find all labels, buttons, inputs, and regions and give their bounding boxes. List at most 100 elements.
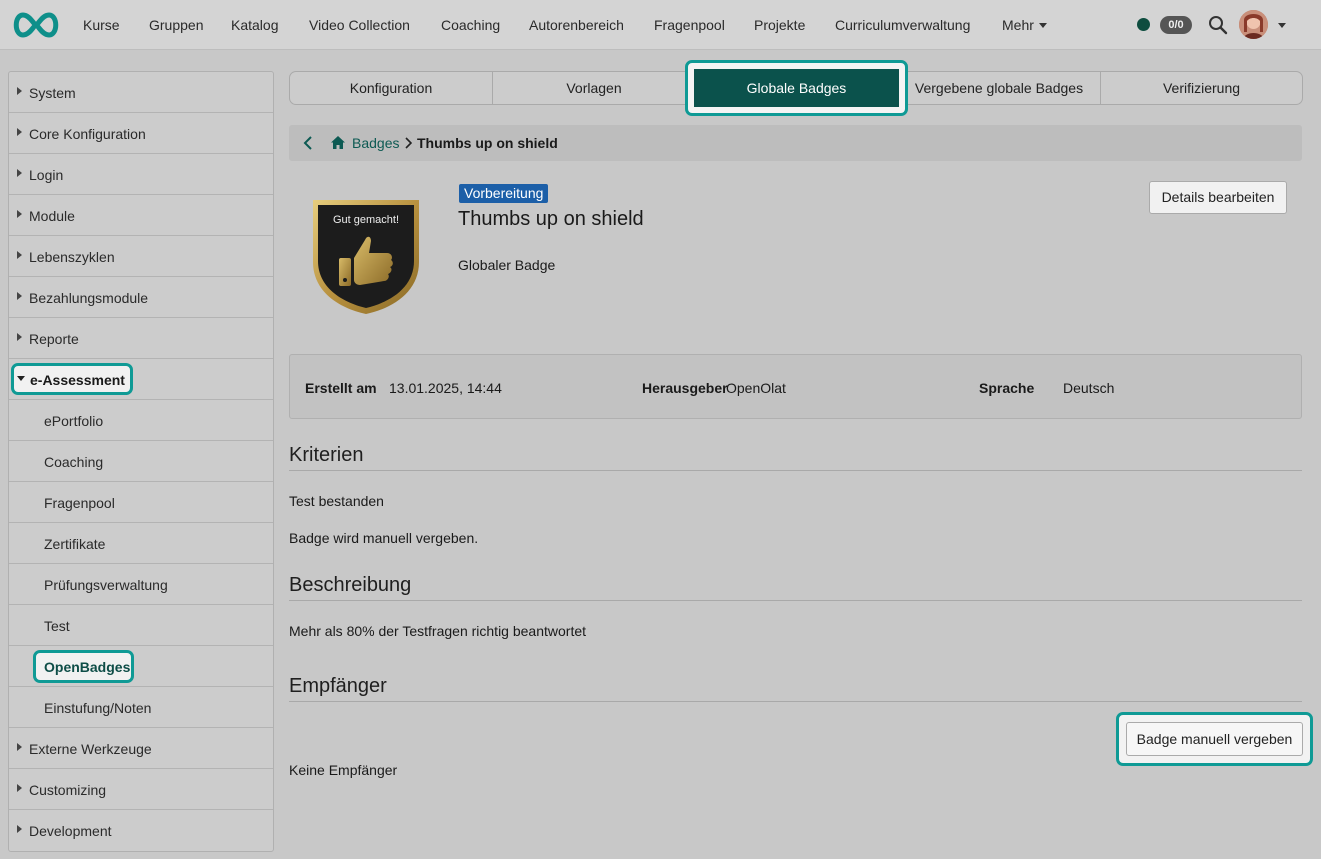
chevron-down-icon[interactable] <box>1278 23 1286 28</box>
home-icon[interactable] <box>330 135 346 150</box>
badge-type: Globaler Badge <box>458 257 556 273</box>
nav-gruppen[interactable]: Gruppen <box>149 17 203 33</box>
sidebar-item-development[interactable]: Development <box>9 810 273 851</box>
breadcrumb: Badges Thumbs up on shield <box>289 125 1302 161</box>
sidebar-item-eportfolio[interactable]: ePortfolio <box>9 400 273 441</box>
openolat-logo[interactable] <box>10 11 62 39</box>
tab-konfiguration[interactable]: Konfiguration <box>290 72 493 104</box>
chevron-down-icon <box>1038 23 1047 28</box>
sidebar-item-label: Test <box>44 618 70 634</box>
sidebar-item-label: Prüfungsverwaltung <box>44 577 168 593</box>
sidebar-item-module[interactable]: Module <box>9 195 273 236</box>
edit-details-button[interactable]: Details bearbeiten <box>1149 181 1287 214</box>
sidebar-item-label: Einstufung/Noten <box>44 700 152 716</box>
sidebar-item-label: Fragenpool <box>44 495 115 511</box>
nav-katalog[interactable]: Katalog <box>231 17 278 33</box>
online-status-icon[interactable] <box>1137 18 1150 31</box>
issuer-value: OpenOlat <box>726 380 786 396</box>
sidebar-item-label: Module <box>29 208 75 224</box>
nav-fragenpool[interactable]: Fragenpool <box>654 17 725 33</box>
divider <box>289 470 1302 471</box>
language-label: Sprache <box>979 380 1035 396</box>
caret-right-icon <box>17 251 22 259</box>
notification-counter[interactable]: 0/0 <box>1160 16 1192 34</box>
sidebar-item-label: Bezahlungsmodule <box>29 290 149 306</box>
back-icon[interactable] <box>303 136 313 150</box>
criteria-award-mode: Badge wird manuell vergeben. <box>289 530 479 546</box>
created-label: Erstellt am <box>305 380 377 396</box>
sidebar-item-einstufung-noten[interactable]: Einstufung/Noten <box>9 687 273 728</box>
nav-video-collection[interactable]: Video Collection <box>309 17 410 33</box>
divider <box>289 701 1302 702</box>
sidebar-item-label: Customizing <box>29 782 107 798</box>
nav-curriculumverwaltung[interactable]: Curriculumverwaltung <box>835 17 970 33</box>
avatar[interactable] <box>1239 10 1268 39</box>
award-badge-manually-button[interactable]: Badge manuell vergeben <box>1126 722 1303 756</box>
sidebar-item-fragenpool[interactable]: Fragenpool <box>9 482 273 523</box>
nav-projekte[interactable]: Projekte <box>754 17 805 33</box>
sidebar-item-system[interactable]: System <box>9 72 273 113</box>
sidebar-item-e-assessment[interactable]: e-Assessment <box>11 363 133 395</box>
sidebar-item-label: Development <box>29 823 112 839</box>
chevron-right-icon <box>405 137 412 149</box>
sidebar-item-label: Coaching <box>44 454 104 470</box>
sidebar-item-login[interactable]: Login <box>9 154 273 195</box>
divider <box>289 600 1302 601</box>
sidebar-item-label: e-Assessment <box>30 372 125 388</box>
sidebar-item-reporte[interactable]: Reporte <box>9 318 273 359</box>
user-photo-icon <box>1239 10 1268 39</box>
sidebar-item-bezahlungsmodule[interactable]: Bezahlungsmodule <box>9 277 273 318</box>
breadcrumb-link-badges[interactable]: Badges <box>352 135 399 151</box>
tab-highlight: Globale Badges <box>685 60 908 116</box>
nav-mehr[interactable]: Mehr <box>1002 17 1047 33</box>
sidebar-item-label: OpenBadges <box>44 659 131 675</box>
tab-verifizierung[interactable]: Verifizierung <box>1101 72 1302 104</box>
caret-right-icon <box>17 825 22 833</box>
caret-right-icon <box>17 292 22 300</box>
tab-vergebene-globale-badges[interactable]: Vergebene globale Badges <box>898 72 1101 104</box>
nav-autorenbereich[interactable]: Autorenbereich <box>529 17 624 33</box>
sidebar-item-label: Zertifikate <box>44 536 106 552</box>
sidebar-item-test[interactable]: Test <box>9 605 273 646</box>
sidebar-item-label: Login <box>29 167 64 183</box>
criteria-text: Test bestanden <box>289 493 384 509</box>
tab-globale-badges[interactable]: Globale Badges <box>694 69 899 107</box>
sidebar-item-pruefungsverwaltung[interactable]: Prüfungsverwaltung <box>9 564 273 605</box>
sidebar-item-label: ePortfolio <box>44 413 104 429</box>
sidebar-item-label: Core Konfiguration <box>29 126 146 142</box>
sidebar-item-core-konfiguration[interactable]: Core Konfiguration <box>9 113 273 154</box>
sidebar-item-lebenszyklen[interactable]: Lebenszyklen <box>9 236 273 277</box>
caret-right-icon <box>17 169 22 177</box>
status-badge: Vorbereitung <box>459 184 549 203</box>
sidebar-item-label: Externe Werkzeuge <box>29 741 152 757</box>
criteria-heading: Kriterien <box>289 444 364 466</box>
description-heading: Beschreibung <box>289 574 412 596</box>
top-navbar: Kurse Gruppen Katalog Video Collection C… <box>0 0 1321 50</box>
sidebar-item-label: Reporte <box>29 331 79 347</box>
sidebar-item-openbadges[interactable]: OpenBadges <box>33 650 134 683</box>
caret-right-icon <box>17 128 22 136</box>
award-button-highlight: Badge manuell vergeben <box>1116 712 1313 766</box>
caret-right-icon <box>17 210 22 218</box>
page-title: Thumbs up on shield <box>458 208 644 230</box>
caret-right-icon <box>17 784 22 792</box>
caret-right-icon <box>17 87 22 95</box>
search-icon[interactable] <box>1208 15 1228 35</box>
language-value: Deutsch <box>1063 380 1115 396</box>
sidebar-item-coaching[interactable]: Coaching <box>9 441 273 482</box>
caret-down-icon <box>17 376 25 381</box>
admin-sidebar: System Core Konfiguration Login Module L… <box>8 71 274 852</box>
nav-coaching[interactable]: Coaching <box>441 17 500 33</box>
sidebar-item-zertifikate[interactable]: Zertifikate <box>9 523 273 564</box>
sidebar-item-label: System <box>29 85 76 101</box>
recipients-heading: Empfänger <box>289 675 387 697</box>
description-text: Mehr als 80% der Testfragen richtig bean… <box>289 623 587 639</box>
tab-vorlagen[interactable]: Vorlagen <box>493 72 696 104</box>
caret-right-icon <box>17 333 22 341</box>
sidebar-item-customizing[interactable]: Customizing <box>9 769 273 810</box>
nav-kurse[interactable]: Kurse <box>83 17 120 33</box>
sidebar-item-externe-werkzeuge[interactable]: Externe Werkzeuge <box>9 728 273 769</box>
created-value: 13.01.2025, 14:44 <box>389 380 502 396</box>
badge-image: Gut gemacht! <box>313 200 419 314</box>
breadcrumb-current: Thumbs up on shield <box>417 135 558 151</box>
